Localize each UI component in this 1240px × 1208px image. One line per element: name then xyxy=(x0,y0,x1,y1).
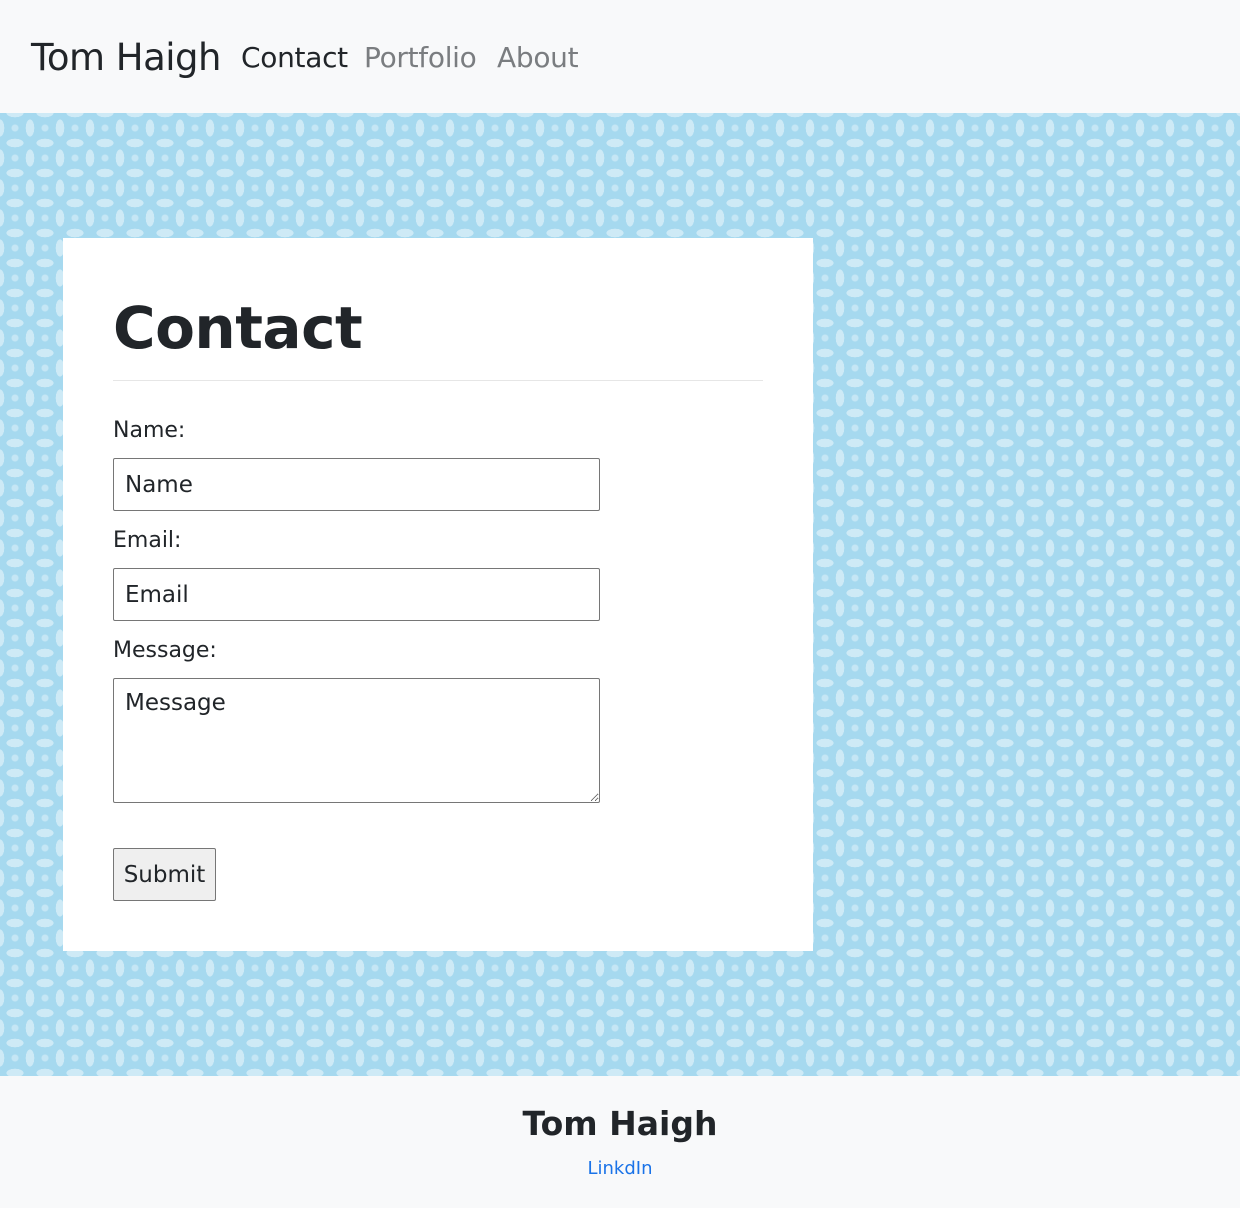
top-navbar: Tom Haigh Contact Portfolio About xyxy=(0,0,1240,113)
nav-link-about[interactable]: About xyxy=(497,38,579,78)
linkedin-link[interactable]: LinkdIn xyxy=(0,1157,1240,1181)
email-label: Email: xyxy=(113,528,182,553)
footer-name: Tom Haigh xyxy=(522,1104,718,1143)
nav-link-portfolio[interactable]: Portfolio xyxy=(364,38,477,78)
message-textarea[interactable] xyxy=(113,678,600,803)
footer: Tom Haigh LinkdIn xyxy=(0,1076,1240,1208)
page-title: Contact xyxy=(113,294,363,362)
title-divider xyxy=(113,380,763,381)
contact-card: Contact Name: Email: Message: Submit xyxy=(63,238,813,951)
submit-button[interactable]: Submit xyxy=(113,848,216,901)
name-input[interactable] xyxy=(113,458,600,511)
email-input[interactable] xyxy=(113,568,600,621)
name-label: Name: xyxy=(113,418,186,443)
brand-link[interactable]: Tom Haigh xyxy=(31,34,221,82)
message-label: Message: xyxy=(113,638,217,663)
nav-link-contact[interactable]: Contact xyxy=(241,38,348,78)
